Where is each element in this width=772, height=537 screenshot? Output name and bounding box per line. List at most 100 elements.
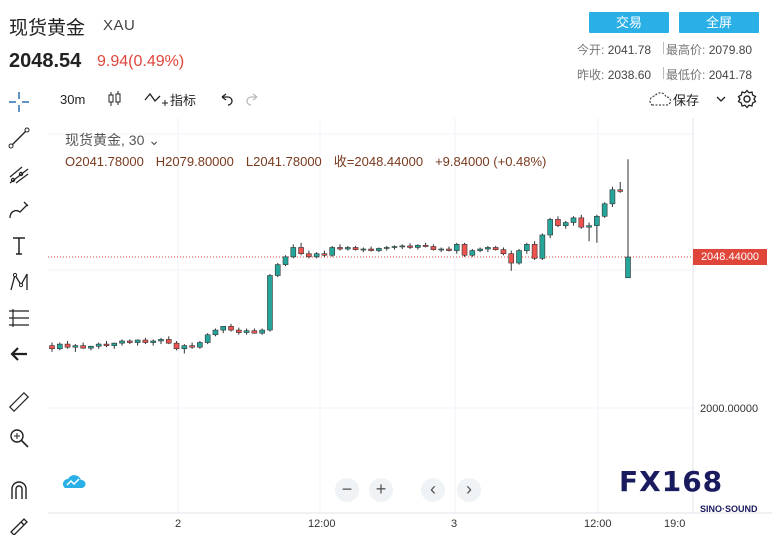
save-button[interactable]: 保存 [673,86,699,112]
candle-body [446,248,452,251]
candle-body [344,247,351,250]
price-axis-tick: 2000.00000 [700,403,759,415]
brush-icon[interactable] [5,196,33,224]
time-axis-tick: 12:00 [584,518,612,530]
cloud-icon[interactable] [646,86,672,112]
candle-body [321,253,328,256]
chart-legend-title: 现货黄金, 30 ⌄ [65,130,160,150]
interval-selector[interactable]: 30m [60,86,85,112]
lock-drawings-icon[interactable] [5,510,33,537]
candle-body [95,343,102,347]
candle-body [173,342,180,350]
candle-body [64,343,71,348]
candle-body [251,330,258,334]
candle-body [306,253,312,258]
time-axis-tick: 2 [175,518,182,530]
time-axis-tick: 3 [451,518,458,530]
current-price-tag: 2048.44000 [693,249,767,265]
candle-body [516,250,522,264]
save-menu-chevron-icon[interactable] [716,86,726,112]
stat-low-label: 最低价: [666,68,706,82]
candle-body [243,330,250,333]
stat-prev-close-value: 2038.60 [607,68,652,82]
candle-body [469,250,476,256]
undo-icon[interactable] [218,86,234,112]
candle-body [594,215,600,226]
time-axis-tick: 12:00 [308,518,336,530]
candle-body [259,329,265,334]
text-tool-icon[interactable] [5,232,33,260]
scroll-left-button[interactable]: ‹ [421,478,445,502]
legend-chevron-icon[interactable]: ⌄ [148,132,160,148]
fx168-logo-sub: SINO·SOUND [700,504,758,514]
fx168-logo: FX168 [619,465,724,498]
ruler-icon[interactable] [5,388,33,416]
trend-line-icon[interactable] [5,124,33,152]
legend-change: +9.84000 (+0.48%) [435,154,547,169]
candle-body [422,244,429,247]
stat-high-value: 2079.80 [708,43,753,57]
candle-body [220,326,227,331]
candle-body [119,340,125,344]
settings-gear-icon[interactable] [737,86,757,112]
candle-body [228,326,234,331]
legend-low: L2041.78000 [245,154,322,169]
zoom-in-icon[interactable] [5,424,33,452]
candle-body [531,244,538,259]
ohlc-legend: O2041.78000 H2079.80000 L2041.78000 收=2048.… [65,151,558,170]
candle-body [329,247,336,256]
candle-body [461,244,468,256]
candle-body [72,345,79,348]
candle-body [165,339,172,344]
candle-body [492,247,499,250]
measure-tool-icon[interactable] [5,304,33,332]
candle-body [601,203,608,217]
legend-title-text: 现货黄金, 30 [65,132,145,148]
candle-body [508,253,515,264]
candle-body [539,234,546,259]
candle-body [500,249,507,254]
stat-high-label: 最高价: [666,43,706,57]
candle-body [383,247,390,249]
candle-body [274,264,281,276]
candle-body [368,248,374,251]
fib-tool-icon[interactable] [5,160,33,188]
magnet-icon[interactable] [5,476,33,504]
pattern-tool-icon[interactable] [5,268,33,296]
candle-style-icon[interactable] [106,86,124,112]
candle-body [547,219,553,236]
tradingview-badge-icon[interactable] [60,471,86,491]
candle-body [485,247,491,250]
crosshair-icon[interactable] [5,88,33,116]
candle-body [298,247,304,254]
candle-body [477,248,483,251]
candle-body [586,225,592,228]
candle-body [80,345,86,349]
instrument-name: 现货黄金 [9,17,86,39]
candle-body [453,244,460,251]
scroll-right-button[interactable]: › [457,478,481,502]
last-price: 2048.54 [9,50,82,72]
trade-button[interactable]: 交易 [589,12,669,33]
candle-body [267,275,273,331]
candle-body [578,217,585,228]
legend-open: O2041.78000 [65,154,144,169]
redo-icon[interactable] [245,86,261,112]
stat-divider [663,67,664,79]
candle-body [617,189,624,192]
stat-open-label: 今开: [577,43,605,57]
candle-body [555,219,561,226]
candle-body [609,189,616,205]
candle-body [360,248,367,251]
back-arrow-icon[interactable] [5,340,33,368]
stat-divider [663,42,664,54]
candle-body [49,345,55,350]
indicators-button[interactable]: 指标 [170,86,196,112]
zoom-out-button[interactable]: − [335,478,359,502]
indicators-icon[interactable] [144,86,168,112]
zoom-in-button[interactable]: + [369,478,393,502]
candle-body [430,246,437,250]
candle-body [570,217,577,223]
fullscreen-button[interactable]: 全屏 [679,12,759,33]
candle-body [438,248,444,251]
